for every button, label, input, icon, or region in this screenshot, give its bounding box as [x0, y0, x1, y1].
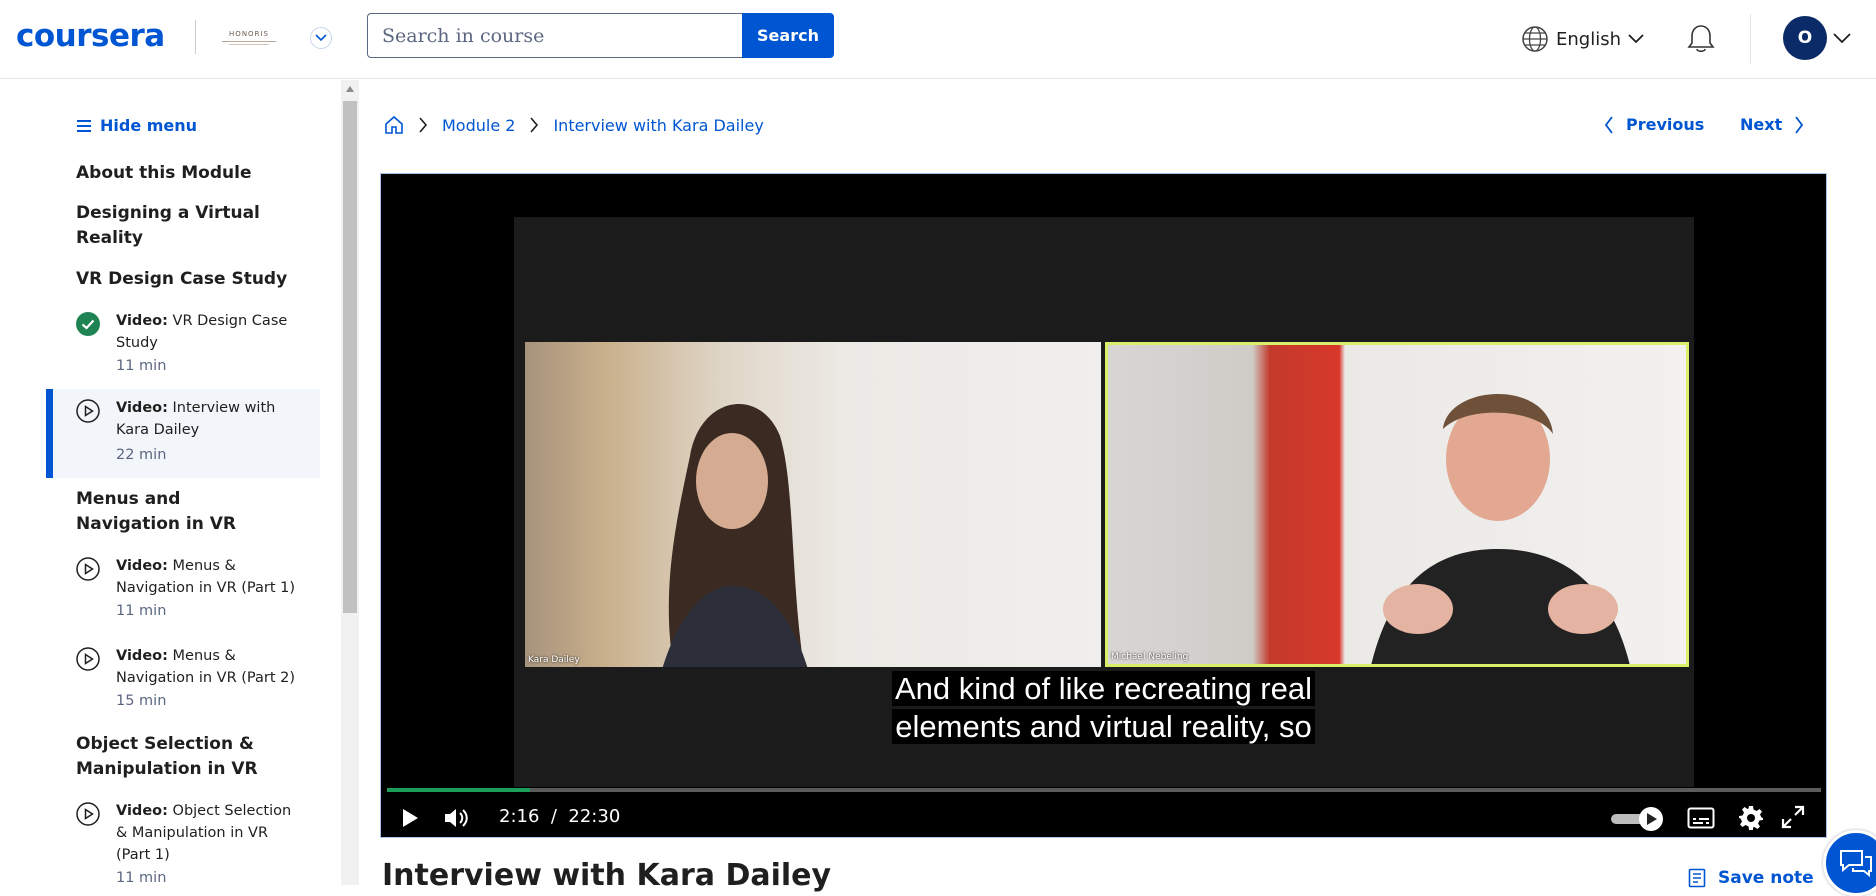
- duration: 22:30: [568, 806, 621, 827]
- next-button[interactable]: Next: [1740, 115, 1804, 134]
- play-circle-icon: [76, 647, 100, 671]
- captions-icon[interactable]: [1687, 807, 1715, 829]
- chevron-right-icon: [530, 117, 539, 133]
- item-type-label: Video:: [116, 400, 168, 416]
- fullscreen-icon[interactable]: [1781, 805, 1805, 829]
- current-time: 2:16: [499, 806, 540, 827]
- notifications-bell-icon[interactable]: [1684, 22, 1718, 60]
- sidebar-item-object-selection-part1[interactable]: Video: Object Selection & Manipulation i…: [46, 794, 320, 885]
- section-object-selection[interactable]: Object Selection & Manipulation in VR: [76, 732, 276, 782]
- participant-silhouette: [1371, 394, 1630, 664]
- section-vr-case-study[interactable]: VR Design Case Study: [76, 267, 296, 292]
- chevron-right-icon: [419, 117, 428, 133]
- item-type-label: Video:: [116, 313, 168, 329]
- globe-icon: [1522, 26, 1548, 52]
- participant-name-left: Kara Dailey: [528, 655, 580, 665]
- item-duration: 15 min: [116, 693, 167, 709]
- sidebar-item-menus-nav-part2[interactable]: Video: Menus & Navigation in VR (Part 2)…: [46, 639, 320, 719]
- page-title: Interview with Kara Dailey: [382, 858, 832, 893]
- item-duration: 22 min: [116, 447, 167, 463]
- chat-support-button[interactable]: [1823, 830, 1876, 896]
- partner-logo-text: HONORIS: [229, 29, 269, 38]
- coursera-logo[interactable]: coursera: [16, 18, 165, 54]
- save-note-label: Save note: [1718, 868, 1814, 888]
- menu-icon: [77, 119, 91, 132]
- participant-name-right: Michael Nebeling: [1111, 652, 1189, 662]
- caption-line-1: And kind of like recreating real: [381, 670, 1826, 708]
- top-header: coursera HONORIS Search English O: [0, 0, 1876, 79]
- previous-label: Previous: [1626, 115, 1705, 134]
- time-separator: /: [550, 806, 557, 827]
- search-button[interactable]: Search: [742, 13, 834, 58]
- chevron-down-icon: [1628, 34, 1644, 44]
- chevron-right-icon: [1795, 115, 1804, 134]
- section-designing-vr[interactable]: Designing a Virtual Reality: [76, 201, 266, 251]
- language-label: English: [1556, 28, 1621, 50]
- sidebar-item-interview-kara-dailey[interactable]: Video: Interview with Kara Dailey 22 min: [46, 389, 320, 478]
- logo-divider: [195, 20, 196, 54]
- play-circle-icon: [76, 802, 100, 826]
- breadcrumb-current[interactable]: Interview with Kara Dailey: [553, 116, 763, 135]
- participant-pane-right: Michael Nebeling: [1105, 342, 1689, 667]
- sidebar-item-menus-nav-part1[interactable]: Video: Menus & Navigation in VR (Part 1)…: [46, 549, 320, 629]
- participant-pane-left: Kara Dailey: [525, 342, 1101, 667]
- breadcrumb-module[interactable]: Module 2: [442, 116, 515, 135]
- chat-icon: [1840, 850, 1872, 878]
- note-icon: [1688, 868, 1706, 888]
- play-circle-icon: [76, 399, 100, 423]
- item-duration: 11 min: [116, 870, 167, 885]
- video-controls: 2:16 / 22:30: [381, 794, 1826, 838]
- previous-button[interactable]: Previous: [1604, 115, 1704, 134]
- hide-menu-button[interactable]: Hide menu: [76, 116, 197, 135]
- item-type-label: Video:: [116, 648, 168, 664]
- time-display: 2:16 / 22:30: [499, 806, 620, 827]
- item-type-label: Video:: [116, 803, 168, 819]
- hide-menu-label: Hide menu: [100, 116, 198, 135]
- user-avatar[interactable]: O: [1783, 16, 1827, 60]
- video-player[interactable]: Kara Dailey Michael Nebeling And kind of…: [380, 173, 1827, 838]
- caption-line-2: elements and virtual reality, so: [381, 708, 1826, 746]
- section-about-module[interactable]: About this Module: [76, 161, 296, 186]
- header-divider: [1750, 14, 1751, 64]
- home-icon[interactable]: [384, 115, 404, 135]
- settings-gear-icon[interactable]: [1738, 805, 1764, 831]
- breadcrumb: Module 2 Interview with Kara Dailey: [384, 115, 764, 135]
- volume-icon[interactable]: [443, 806, 469, 830]
- next-label: Next: [1740, 115, 1783, 134]
- video-progress-bar[interactable]: [387, 788, 1821, 792]
- section-menus-navigation[interactable]: Menus and Navigation in VR: [76, 487, 276, 537]
- item-duration: 11 min: [116, 358, 167, 374]
- search-input[interactable]: [367, 13, 743, 58]
- sidebar-scrollbar[interactable]: [341, 80, 359, 885]
- sidebar-item-vr-design-case-study[interactable]: Video: VR Design Case Study 11 min: [46, 304, 320, 384]
- account-chevron-down-icon[interactable]: [1832, 30, 1852, 49]
- item-type-label: Video:: [116, 558, 168, 574]
- save-note-button[interactable]: Save note: [1688, 868, 1814, 888]
- chevron-left-icon: [1604, 115, 1613, 134]
- play-circle-icon: [76, 557, 100, 581]
- partner-logo[interactable]: HONORIS: [214, 24, 284, 50]
- autoplay-toggle[interactable]: [1609, 806, 1667, 832]
- scrollbar-thumb[interactable]: [343, 101, 357, 613]
- participant-silhouette: [662, 403, 808, 667]
- play-icon[interactable]: [401, 808, 419, 828]
- item-duration: 11 min: [116, 603, 167, 619]
- partner-chevron-down-icon[interactable]: [310, 27, 332, 49]
- video-progress-fill: [387, 788, 531, 792]
- language-selector[interactable]: English: [1520, 24, 1645, 54]
- check-circle-icon: [76, 312, 100, 336]
- scroll-up-arrow-icon[interactable]: [346, 86, 354, 92]
